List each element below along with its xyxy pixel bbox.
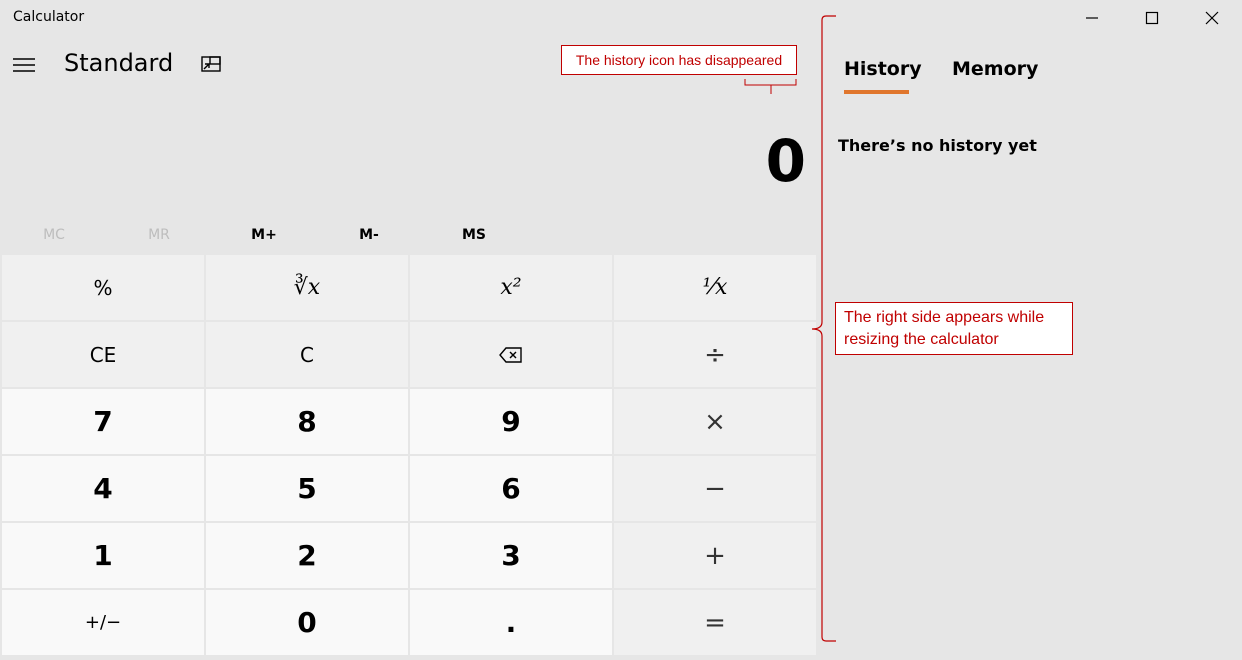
digit-3-button[interactable]: 3 (410, 523, 612, 588)
clear-entry-button[interactable]: CE (2, 322, 204, 387)
digit-6-button[interactable]: 6 (410, 456, 612, 521)
cube-root-button[interactable]: ∛x (206, 255, 408, 320)
equals-button[interactable]: = (614, 590, 816, 655)
navigation-menu-button[interactable] (10, 52, 38, 78)
close-button[interactable] (1189, 4, 1235, 32)
maximize-icon (1145, 11, 1159, 25)
memory-store-button[interactable]: MS (422, 218, 526, 252)
mode-title: Standard (64, 49, 174, 77)
minimize-icon (1086, 17, 1098, 19)
negate-button[interactable]: +/− (2, 590, 204, 655)
window-title: Calculator (13, 9, 85, 25)
digit-5-button[interactable]: 5 (206, 456, 408, 521)
reciprocal-label: ⅟x (702, 275, 728, 300)
subtract-button[interactable]: − (614, 456, 816, 521)
digit-8-button[interactable]: 8 (206, 389, 408, 454)
close-icon (1205, 11, 1219, 25)
memory-row: MC MR M+ M- MS (0, 218, 818, 252)
memory-recall-button[interactable]: MR (107, 218, 211, 252)
keep-on-top-button[interactable] (198, 52, 224, 78)
add-button[interactable]: + (614, 523, 816, 588)
tab-history[interactable]: History (844, 58, 922, 80)
minimize-button[interactable] (1069, 4, 1115, 32)
memory-add-button[interactable]: M+ (212, 218, 316, 252)
digit-7-button[interactable]: 7 (2, 389, 204, 454)
square-button[interactable]: x² (410, 255, 612, 320)
keep-on-top-icon (201, 56, 221, 72)
square-label: x² (500, 275, 522, 300)
history-empty-message: There’s no history yet (838, 136, 1037, 155)
annotation-right-side: The right side appears while resizing th… (835, 302, 1073, 355)
annotation-right-side-line1: The right side appears while (844, 309, 1045, 326)
backspace-button[interactable] (410, 322, 612, 387)
keypad: % ∛x x² ⅟x CE C ÷ 7 8 9 × 4 5 6 − 1 2 3 … (2, 255, 820, 658)
digit-9-button[interactable]: 9 (410, 389, 612, 454)
percent-button[interactable]: % (2, 255, 204, 320)
memory-subtract-button[interactable]: M- (317, 218, 421, 252)
decimal-button[interactable]: . (410, 590, 612, 655)
maximize-button[interactable] (1129, 4, 1175, 32)
active-tab-indicator (844, 90, 909, 94)
bracket-history-icon (744, 79, 797, 94)
result-display: 0 (765, 127, 806, 195)
multiply-button[interactable]: × (614, 389, 816, 454)
digit-0-button[interactable]: 0 (206, 590, 408, 655)
hamburger-menu-icon (13, 58, 35, 72)
digit-2-button[interactable]: 2 (206, 523, 408, 588)
backspace-icon (499, 346, 522, 363)
memory-clear-button[interactable]: MC (2, 218, 106, 252)
annotation-right-side-line2: resizing the calculator (844, 331, 999, 348)
tab-memory[interactable]: Memory (952, 58, 1038, 80)
digit-4-button[interactable]: 4 (2, 456, 204, 521)
reciprocal-button[interactable]: ⅟x (614, 255, 816, 320)
annotation-history-icon: The history icon has disappeared (561, 45, 797, 75)
divide-button[interactable]: ÷ (614, 322, 816, 387)
digit-1-button[interactable]: 1 (2, 523, 204, 588)
cube-root-label: ∛x (293, 275, 321, 300)
clear-button[interactable]: C (206, 322, 408, 387)
